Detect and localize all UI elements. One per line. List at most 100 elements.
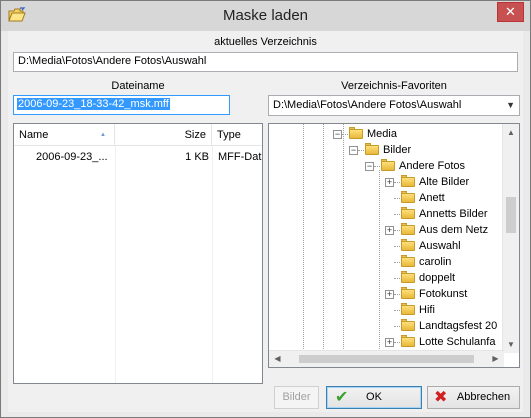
tree-guide-line — [379, 170, 380, 353]
window-title: Maske laden — [222, 7, 309, 24]
tree-item-label: Alte Bilder — [419, 176, 470, 188]
tree-item-label: Annetts Bilder — [419, 208, 488, 220]
folder-icon — [401, 191, 415, 203]
collapse-icon[interactable]: − — [365, 162, 374, 171]
folder-icon — [401, 223, 415, 235]
tree-guide-line — [358, 150, 364, 151]
column-type[interactable]: Type — [212, 124, 262, 146]
filename-label: Dateiname — [111, 80, 165, 92]
tree-guide-line — [394, 326, 400, 327]
tree-item-label: Landtagsfest 20 — [419, 320, 498, 332]
folder-icon — [401, 335, 415, 347]
favorites-selected: D:\Media\Fotos\Andere Fotos\Auswahl — [273, 99, 462, 111]
folder-icon — [401, 271, 415, 283]
tree-item[interactable]: Alte Bilder — [401, 174, 469, 190]
tree-item[interactable]: carolin — [401, 254, 451, 270]
tree-guide-line — [303, 124, 304, 353]
expand-icon[interactable]: + — [385, 226, 394, 235]
file-type-cell: MFF-Dat — [218, 151, 262, 163]
current-dir-label: aktuelles Verzeichnis — [214, 36, 317, 48]
tree-item-label: Hifi — [419, 304, 435, 316]
scroll-left-icon[interactable]: ◀ — [269, 351, 286, 367]
folder-icon — [401, 255, 415, 267]
scroll-down-icon[interactable]: ▼ — [503, 336, 519, 353]
close-button[interactable]: ✕ — [497, 2, 524, 22]
favorites-label: Verzeichnis-Favoriten — [341, 80, 447, 92]
chevron-down-icon: ▼ — [506, 100, 515, 110]
folder-icon — [401, 287, 415, 299]
tree-guide-line — [394, 278, 400, 279]
tree-vertical-scrollbar[interactable]: ▲ ▼ — [502, 124, 519, 353]
folder-icon — [401, 175, 415, 187]
folder-icon — [349, 127, 363, 139]
tree-item-label: Aus dem Netz — [419, 224, 489, 236]
file-name-cell: 2006-09-23_... — [36, 151, 108, 163]
ok-button[interactable]: ✔ OK — [326, 386, 422, 409]
scroll-up-icon[interactable]: ▲ — [503, 124, 519, 141]
tree-item[interactable]: Annetts Bilder — [401, 206, 487, 222]
tree-horizontal-scrollbar[interactable]: ◀ ▶ — [269, 350, 504, 367]
tree-item[interactable]: Hifi — [401, 302, 435, 318]
folder-icon — [381, 159, 395, 171]
tree-guide-line — [394, 246, 400, 247]
tree-item[interactable]: Anett — [401, 190, 445, 206]
tree-guide-line — [394, 182, 400, 183]
column-size[interactable]: Size — [115, 124, 212, 146]
title-bar[interactable]: Maske laden ✕ — [1, 1, 530, 31]
tree-item-label: Andere Fotos — [399, 160, 466, 172]
table-row[interactable]: 2006-09-23_... 1 KB MFF-Dat — [14, 148, 262, 166]
scroll-thumb[interactable] — [299, 355, 474, 363]
scroll-thumb[interactable] — [506, 197, 516, 233]
tree-guide-line — [394, 310, 400, 311]
expand-icon[interactable]: + — [385, 338, 394, 347]
column-name-label: Name — [19, 129, 49, 141]
cancel-button[interactable]: ✖ Abbrechen — [427, 386, 520, 409]
tree-item[interactable]: Landtagsfest 20 — [401, 318, 497, 334]
directory-tree[interactable]: Media − Bilder − Andere Fotos − Alte Bilder + An… — [268, 123, 520, 368]
file-list[interactable]: Name ▲ Size Type 2006-09-23_... 1 KB MFF… — [13, 123, 263, 384]
tree-guide-line — [323, 124, 324, 353]
tree-item[interactable]: Media — [349, 126, 397, 142]
tree-item[interactable]: Bilder — [365, 142, 411, 158]
tree-item[interactable]: Fotokunst — [401, 286, 467, 302]
collapse-icon[interactable]: − — [333, 130, 342, 139]
favorites-dropdown[interactable]: D:\Media\Fotos\Andere Fotos\Auswahl ▼ — [268, 95, 520, 116]
tree-item-label: doppelt — [419, 272, 456, 284]
column-divider — [212, 146, 213, 383]
tree-guide-line — [343, 124, 344, 353]
checkmark-icon: ✔ — [335, 389, 349, 406]
tree-item-label: Lotte Schulanfa — [419, 336, 496, 348]
folder-icon — [365, 143, 379, 155]
tree-item-label: Anett — [419, 192, 445, 204]
tree-item[interactable]: Andere Fotos — [381, 158, 465, 174]
filename-input[interactable]: 2006-09-23_18-33-42_msk.mff — [13, 95, 230, 115]
filename-value: 2006-09-23_18-33-42_msk.mff — [17, 98, 170, 110]
folder-icon — [401, 319, 415, 331]
dialog-window: Maske laden ✕ aktuelles Verzeichnis D:\M… — [0, 0, 531, 418]
sort-ascending-icon: ▲ — [100, 132, 106, 138]
tree-item-label: Auswahl — [419, 240, 461, 252]
file-list-header: Name ▲ Size Type — [14, 124, 262, 146]
tree-item-label: Fotokunst — [419, 288, 468, 300]
current-dir-field[interactable]: D:\Media\Fotos\Andere Fotos\Auswahl — [13, 52, 518, 72]
tree-guide-line — [394, 214, 400, 215]
tree-item-label: Media — [367, 128, 397, 140]
ok-button-label: OK — [366, 391, 382, 403]
column-divider — [115, 146, 116, 383]
tree-guide-line — [394, 198, 400, 199]
tree-guide-line — [394, 294, 400, 295]
scroll-right-icon[interactable]: ▶ — [487, 351, 504, 367]
collapse-icon[interactable]: − — [349, 146, 358, 155]
tree-item[interactable]: Aus dem Netz — [401, 222, 488, 238]
tree-item[interactable]: Auswahl — [401, 238, 461, 254]
tree-guide-line — [342, 134, 348, 135]
tree-item[interactable]: Lotte Schulanfa — [401, 334, 495, 350]
column-name[interactable]: Name ▲ — [14, 124, 115, 146]
folder-icon — [401, 303, 415, 315]
expand-icon[interactable]: + — [385, 290, 394, 299]
bilder-button[interactable]: Bilder — [274, 386, 319, 409]
expand-icon[interactable]: + — [385, 178, 394, 187]
tree-item[interactable]: doppelt — [401, 270, 455, 286]
dialog-body: aktuelles Verzeichnis D:\Media\Fotos\And… — [8, 31, 523, 412]
tree-guide-line — [394, 342, 400, 343]
